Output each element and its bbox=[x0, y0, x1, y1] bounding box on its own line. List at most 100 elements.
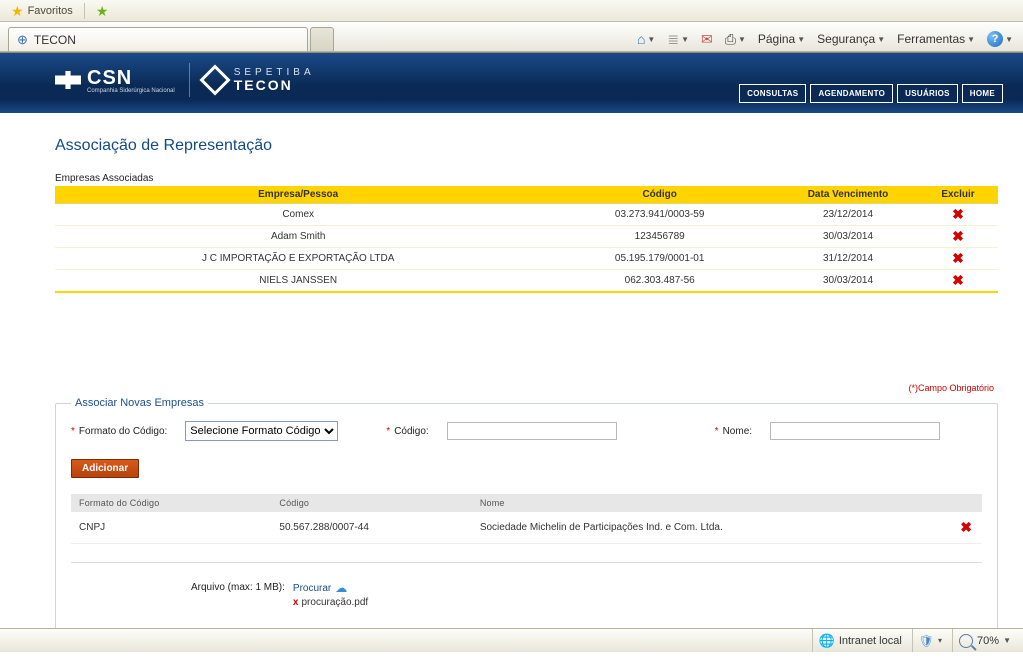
cell-empresa: Adam Smith bbox=[55, 226, 541, 248]
delete-row-button[interactable]: ✖ bbox=[952, 250, 964, 266]
nav-agendamento[interactable]: AGENDAMENTO bbox=[810, 84, 893, 103]
globe-icon: ⊕ bbox=[17, 32, 28, 48]
cell-data: 31/12/2014 bbox=[778, 248, 918, 270]
col-excluir: Excluir bbox=[918, 186, 998, 204]
zoom-value: 70% bbox=[977, 635, 999, 647]
associate-new-fieldset: Associar Novas Empresas *Formato do Códi… bbox=[55, 397, 998, 628]
formato-select[interactable]: Selecione Formato Código bbox=[185, 421, 338, 441]
tecon-logo: SEPETIBA TECON bbox=[204, 68, 315, 92]
status-zone[interactable]: 🌐 Intranet local bbox=[812, 629, 908, 652]
cell-codigo: 062.303.487-56 bbox=[541, 270, 778, 293]
codigo-label-text: Código: bbox=[394, 426, 428, 437]
page-body: Associação de Representação Empresas Ass… bbox=[0, 113, 1023, 628]
cell-excluir: ✖ bbox=[918, 204, 998, 226]
favorites-menu[interactable]: ★ Favoritos bbox=[6, 3, 78, 19]
delete-row-button[interactable]: ✖ bbox=[952, 228, 964, 244]
cell-empresa: Comex bbox=[55, 204, 541, 226]
diamond-icon bbox=[199, 64, 230, 95]
chevron-down-icon: ▼ bbox=[1003, 636, 1011, 645]
home-icon: ⌂ bbox=[637, 32, 645, 46]
adicionar-button[interactable]: Adicionar bbox=[71, 459, 139, 478]
cell-empresa: NIELS JANSSEN bbox=[55, 270, 541, 293]
required-field-note: (*)Campo Obrigatório bbox=[55, 383, 994, 393]
feeds-button[interactable]: ≣▼ bbox=[665, 31, 691, 47]
formato-label-text: Formato do Código: bbox=[79, 426, 167, 437]
star-icon: ★ bbox=[11, 4, 24, 18]
attached-file[interactable]: xprocuração.pdf bbox=[293, 597, 368, 608]
new-tab-button[interactable] bbox=[310, 27, 334, 51]
browse-label: Procurar bbox=[293, 583, 331, 594]
associated-companies-table: Empresa/Pessoa Código Data Vencimento Ex… bbox=[55, 186, 998, 293]
cell-excluir: ✖ bbox=[918, 248, 998, 270]
cell-data: 23/12/2014 bbox=[778, 204, 918, 226]
magnifier-icon bbox=[959, 634, 973, 648]
col-codigo: Código bbox=[541, 186, 778, 204]
browse-file-button[interactable]: Procurar ☁ bbox=[293, 581, 368, 595]
delete-row-button[interactable]: ✖ bbox=[952, 206, 964, 222]
cell-data: 30/03/2014 bbox=[778, 226, 918, 248]
chevron-down-icon: ▼ bbox=[1005, 35, 1013, 44]
print-button[interactable]: ⎙▼ bbox=[723, 31, 748, 47]
nome-label-text: Nome: bbox=[723, 426, 752, 437]
remove-file-icon[interactable]: x bbox=[293, 597, 299, 608]
mail-button[interactable]: ✉ bbox=[699, 31, 715, 47]
csn-brand-text: CSN bbox=[87, 67, 175, 90]
browser-tab-active[interactable]: ⊕ TECON bbox=[8, 27, 308, 51]
cell-empresa: J C IMPORTAÇÃO E EXPORTAÇÃO LTDA bbox=[55, 248, 541, 270]
nav-home[interactable]: HOME bbox=[962, 84, 1003, 103]
csn-logo: CSN Companhia Siderúrgica Nacional bbox=[55, 67, 175, 94]
pcell-formato: CNPJ bbox=[71, 512, 271, 544]
printer-icon: ⎙ bbox=[725, 32, 736, 46]
tab-strip: ⊕ TECON ⌂▼ ≣▼ ✉ ⎙▼ Página ▼ Segurança ▼ … bbox=[0, 22, 1023, 52]
codigo-input[interactable] bbox=[447, 422, 617, 440]
security-menu[interactable]: Segurança ▼ bbox=[815, 31, 887, 47]
chevron-down-icon: ▼ bbox=[738, 35, 746, 44]
command-bar: ⌂▼ ≣▼ ✉ ⎙▼ Página ▼ Segurança ▼ Ferramen… bbox=[635, 30, 1015, 51]
protected-mode[interactable]: 🛡▾ bbox=[912, 629, 948, 652]
cell-excluir: ✖ bbox=[918, 270, 998, 293]
pending-companies-table: Formato do Código Código Nome CNPJ50.567… bbox=[71, 494, 982, 544]
associate-new-legend: Associar Novas Empresas bbox=[71, 397, 208, 409]
page-menu-label: Página bbox=[758, 32, 795, 46]
file-label: Arquivo (max: 1 MB): bbox=[191, 581, 285, 593]
site-header: CSN Companhia Siderúrgica Nacional SEPET… bbox=[0, 53, 1023, 113]
col-empresa: Empresa/Pessoa bbox=[55, 186, 541, 204]
page-title: Associação de Representação bbox=[55, 137, 998, 155]
help-icon: ? bbox=[987, 31, 1003, 47]
page-viewport: CSN Companhia Siderúrgica Nacional SEPET… bbox=[0, 52, 1023, 628]
cell-data: 30/03/2014 bbox=[778, 270, 918, 293]
home-button[interactable]: ⌂▼ bbox=[635, 31, 657, 47]
cell-codigo: 123456789 bbox=[541, 226, 778, 248]
rss-icon: ≣ bbox=[667, 32, 679, 46]
chevron-down-icon: ▾ bbox=[938, 636, 942, 645]
mail-icon: ✉ bbox=[701, 32, 713, 46]
cell-codigo: 05.195.179/0001-01 bbox=[541, 248, 778, 270]
help-menu[interactable]: ?▼ bbox=[985, 30, 1015, 48]
csn-subtitle: Companhia Siderúrgica Nacional bbox=[87, 88, 175, 94]
page-menu[interactable]: Página ▼ bbox=[756, 31, 807, 47]
delete-row-button[interactable]: ✖ bbox=[952, 272, 964, 288]
pcol-formato: Formato do Código bbox=[71, 494, 271, 512]
nome-label: *Nome: bbox=[715, 426, 752, 437]
chevron-down-icon: ▼ bbox=[967, 35, 975, 44]
cell-codigo: 03.273.941/0003-59 bbox=[541, 204, 778, 226]
logo-divider bbox=[189, 63, 190, 97]
nav-usuarios[interactable]: USUÁRIOS bbox=[897, 84, 958, 103]
delete-pending-button[interactable]: ✖ bbox=[960, 519, 972, 535]
tools-menu-label: Ferramentas bbox=[897, 32, 965, 46]
upload-icon: ☁ bbox=[335, 581, 347, 595]
zoom-control[interactable]: 70% ▼ bbox=[952, 629, 1017, 652]
status-bar: 🌐 Intranet local 🛡▾ 70% ▼ bbox=[0, 628, 1023, 652]
csn-mark-icon bbox=[55, 71, 81, 89]
favorites-label: Favoritos bbox=[28, 5, 73, 17]
add-favorite-button[interactable]: ★ bbox=[91, 3, 114, 19]
nome-input[interactable] bbox=[770, 422, 940, 440]
separator bbox=[84, 3, 85, 19]
table-row: Adam Smith12345678930/03/2014 ✖ bbox=[55, 226, 998, 248]
nav-consultas[interactable]: CONSULTAS bbox=[739, 84, 806, 103]
empresas-associadas-label: Empresas Associadas bbox=[55, 173, 998, 184]
chevron-down-icon: ▼ bbox=[681, 35, 689, 44]
col-data: Data Vencimento bbox=[778, 186, 918, 204]
pcol-codigo: Código bbox=[271, 494, 471, 512]
tools-menu[interactable]: Ferramentas ▼ bbox=[895, 31, 977, 47]
